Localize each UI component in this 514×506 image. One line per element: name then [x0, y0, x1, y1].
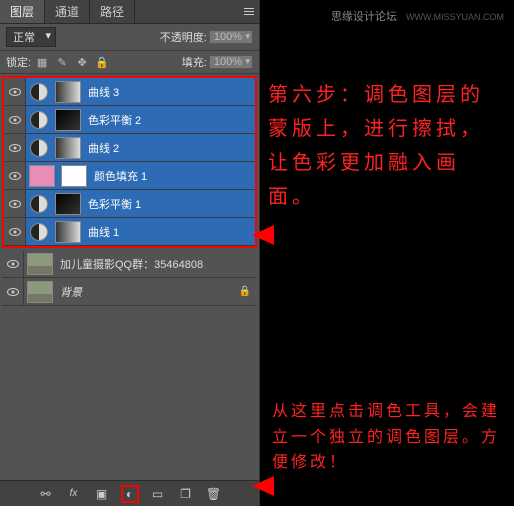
visibility-toggle[interactable]: [4, 162, 26, 189]
opacity-label: 不透明度:: [160, 29, 207, 45]
opacity-value[interactable]: 100%: [209, 30, 253, 44]
layer-row[interactable]: 背景 🔒: [2, 278, 257, 306]
layer-name[interactable]: 颜色填充 1: [90, 168, 255, 184]
layer-name[interactable]: 加儿童摄影QQ群：35464808: [56, 256, 257, 272]
adjustment-icon: [30, 195, 48, 213]
layer-name[interactable]: 色彩平衡 1: [84, 196, 255, 212]
blend-opacity-row: 正常 不透明度: 100%: [0, 24, 259, 51]
lock-move-icon[interactable]: ✥: [75, 55, 89, 69]
adjustment-icon: [30, 139, 48, 157]
tab-channels[interactable]: 通道: [45, 0, 90, 23]
visibility-toggle[interactable]: [2, 250, 24, 277]
eye-icon: [9, 228, 21, 236]
tab-paths[interactable]: 路径: [90, 0, 135, 23]
visibility-toggle[interactable]: [4, 106, 26, 133]
watermark-site: 思缘设计论坛: [331, 11, 397, 23]
layer-row[interactable]: 曲线 1: [4, 218, 255, 246]
visibility-toggle[interactable]: [2, 278, 24, 305]
new-group-icon[interactable]: ▭: [149, 485, 167, 503]
layers-panel: 图层 通道 路径 正常 不透明度: 100% 锁定: ▦ ✎ ✥ 🔒 填充: 1…: [0, 0, 260, 506]
blend-mode-select[interactable]: 正常: [6, 27, 56, 47]
instruction-text-2: 从这里点击调色工具，会建立一个独立的调色图层。方便修改！: [272, 399, 506, 476]
highlight-annotation: 曲线 3 色彩平衡 2 曲线 2 颜色填充 1: [2, 76, 257, 248]
arrow-annotation-1: [252, 225, 274, 245]
layer-name[interactable]: 曲线 1: [84, 224, 255, 240]
lock-icon: 🔒: [239, 286, 251, 297]
visibility-toggle[interactable]: [4, 218, 26, 245]
watermark: 思缘设计论坛 WWW.MISSYUAN.COM: [331, 8, 504, 24]
layer-name[interactable]: 色彩平衡 2: [84, 112, 255, 128]
layer-thumbnail[interactable]: [27, 281, 53, 303]
layer-row[interactable]: 曲线 2: [4, 134, 255, 162]
watermark-url: WWW.MISSYUAN.COM: [406, 12, 504, 22]
mask-thumbnail[interactable]: [55, 193, 81, 215]
mask-thumbnail[interactable]: [55, 109, 81, 131]
adjustment-icon: [30, 83, 48, 101]
panel-tabs: 图层 通道 路径: [0, 0, 259, 24]
fill-thumbnail[interactable]: [29, 165, 55, 187]
layer-row[interactable]: 色彩平衡 2: [4, 106, 255, 134]
eye-icon: [9, 172, 21, 180]
arrow-annotation-2: [252, 476, 274, 496]
visibility-toggle[interactable]: [4, 190, 26, 217]
layer-row[interactable]: 色彩平衡 1: [4, 190, 255, 218]
layers-list: 曲线 3 色彩平衡 2 曲线 2 颜色填充 1: [0, 74, 259, 480]
layers-button-bar: ⚯ fx ▣ ◐ ▭ ❐ 🗑: [0, 480, 259, 506]
lock-brush-icon[interactable]: ✎: [55, 55, 69, 69]
layer-row[interactable]: 曲线 3: [4, 78, 255, 106]
visibility-toggle[interactable]: [4, 78, 26, 105]
layer-thumbnail[interactable]: [27, 253, 53, 275]
mask-thumbnail[interactable]: [55, 221, 81, 243]
annotation-side: 思缘设计论坛 WWW.MISSYUAN.COM 第六步：调色图层的蒙版上，进行擦…: [260, 0, 514, 506]
layer-row[interactable]: 加儿童摄影QQ群：35464808: [2, 250, 257, 278]
fill-value[interactable]: 100%: [209, 55, 253, 69]
tab-layers[interactable]: 图层: [0, 0, 45, 23]
lock-all-icon[interactable]: 🔒: [95, 55, 109, 69]
lock-icons: ▦ ✎ ✥ 🔒: [35, 55, 109, 69]
link-layers-icon[interactable]: ⚯: [37, 485, 55, 503]
instruction-text-1: 第六步：调色图层的蒙版上，进行擦拭，让色彩更加融入画面。: [268, 78, 506, 214]
lock-label: 锁定:: [6, 54, 31, 70]
layer-name[interactable]: 曲线 2: [84, 140, 255, 156]
layer-row[interactable]: 颜色填充 1: [4, 162, 255, 190]
layer-name[interactable]: 背景: [56, 284, 239, 300]
eye-icon: [7, 260, 19, 268]
mask-thumbnail[interactable]: [55, 137, 81, 159]
panel-menu-icon[interactable]: [239, 0, 259, 23]
eye-icon: [7, 288, 19, 296]
fill-label: 填充:: [182, 54, 207, 70]
eye-icon: [9, 200, 21, 208]
new-adjustment-layer-icon[interactable]: ◐: [121, 485, 139, 503]
visibility-toggle[interactable]: [4, 134, 26, 161]
new-layer-icon[interactable]: ❐: [177, 485, 195, 503]
adjustment-icon: [30, 223, 48, 241]
delete-layer-icon[interactable]: 🗑: [205, 485, 223, 503]
mask-thumbnail[interactable]: [61, 165, 87, 187]
eye-icon: [9, 144, 21, 152]
add-mask-icon[interactable]: ▣: [93, 485, 111, 503]
layer-fx-icon[interactable]: fx: [65, 485, 83, 503]
eye-icon: [9, 116, 21, 124]
adjustment-icon: [30, 111, 48, 129]
eye-icon: [9, 88, 21, 96]
lock-fill-row: 锁定: ▦ ✎ ✥ 🔒 填充: 100%: [0, 51, 259, 74]
mask-thumbnail[interactable]: [55, 81, 81, 103]
layer-name[interactable]: 曲线 3: [84, 84, 255, 100]
lock-transparent-icon[interactable]: ▦: [35, 55, 49, 69]
